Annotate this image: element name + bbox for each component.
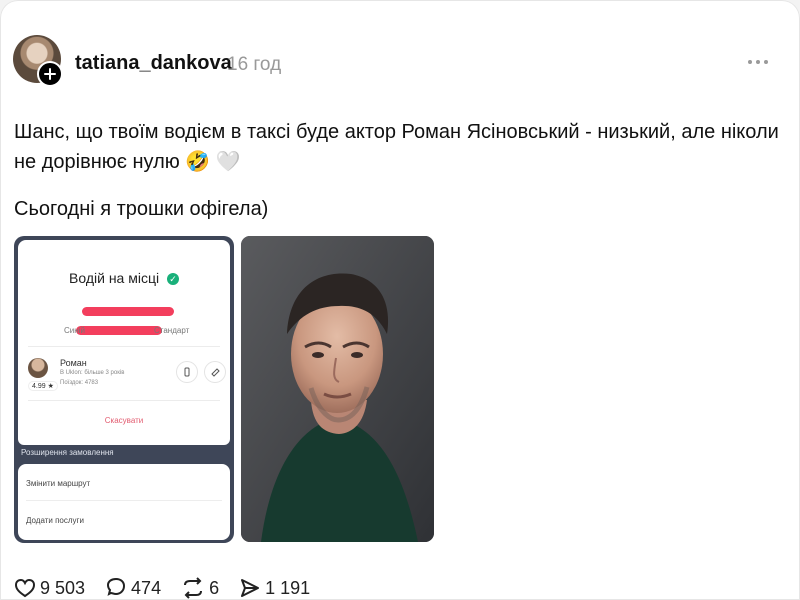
driver-arrival-title: Водій на місці ✓ xyxy=(18,270,230,286)
comments-count: 474 xyxy=(131,577,162,598)
redacted-plate-number xyxy=(82,307,174,316)
post-time: 16 год xyxy=(227,54,282,75)
share-button[interactable]: 1 191 xyxy=(239,577,310,599)
post-text-line-2-label: не дорівнює нулю xyxy=(14,151,180,173)
more-options-button[interactable] xyxy=(748,55,772,69)
shares-count: 1 191 xyxy=(265,577,311,598)
driver-arrival-panel: Водій на місці ✓ Синій Стандарт 4.99 ★ Р… xyxy=(18,240,230,445)
post-followup-text: Сьогодні я трошки офігела) xyxy=(14,198,269,220)
driver-name: Роман xyxy=(60,358,87,368)
more-icon xyxy=(764,60,768,64)
likes-count: 9 503 xyxy=(40,577,86,598)
more-icon xyxy=(756,60,760,64)
driver-arrival-title-text: Водій на місці xyxy=(69,270,160,286)
phone-button[interactable] xyxy=(176,361,198,383)
divider xyxy=(28,400,220,401)
phone-icon xyxy=(184,367,190,377)
repost-button[interactable]: 6 xyxy=(181,577,219,599)
tariff-name: Стандарт xyxy=(154,326,190,335)
driver-experience: В Uklon: більше 3 років xyxy=(60,370,125,376)
actor-photo[interactable] xyxy=(241,236,434,542)
like-button[interactable]: 9 503 xyxy=(14,578,85,599)
post-card: tatiana_dankova 16 год Шанс, що твоїм во… xyxy=(0,0,800,600)
order-extension-heading: Розширення замовлення xyxy=(21,448,114,457)
check-icon: ✓ xyxy=(166,273,179,285)
heart-icon xyxy=(14,578,36,598)
more-icon xyxy=(748,60,752,64)
divider xyxy=(26,500,222,501)
comment-icon xyxy=(107,577,126,596)
plus-icon[interactable] xyxy=(37,61,63,87)
user-avatar[interactable] xyxy=(13,35,63,87)
car-color: Синій xyxy=(64,326,85,335)
taxi-app-screenshot[interactable]: Водій на місці ✓ Синій Стандарт 4.99 ★ Р… xyxy=(14,236,234,543)
post-text: Шанс, що твоїм водієм в таксі буде актор… xyxy=(14,117,784,177)
post-text-line-1: Шанс, що твоїм водієм в таксі буде актор… xyxy=(14,121,779,143)
message-icon xyxy=(210,367,220,377)
driver-avatar xyxy=(28,358,48,378)
driver-trips: Поїздок: 4783 xyxy=(60,380,99,386)
share-icon xyxy=(241,579,260,597)
laughing-emoji: 🤣 xyxy=(185,151,211,173)
post-text-line-2: не дорівнює нулю 🤣 🤍 xyxy=(14,147,784,177)
redacted-car-model xyxy=(76,326,162,335)
actor-portrait-image xyxy=(241,236,434,542)
comment-button[interactable]: 474 xyxy=(105,577,161,599)
repost-icon xyxy=(184,577,203,599)
post-username[interactable]: tatiana_dankova xyxy=(75,52,232,75)
post-actions: 9 503 474 6 1 191 xyxy=(14,576,330,600)
change-route-option[interactable]: Змінити маршрут xyxy=(26,479,90,488)
driver-rating: 4.99 ★ xyxy=(28,381,58,391)
reposts-count: 6 xyxy=(209,577,220,598)
cancel-ride-button[interactable]: Скасувати xyxy=(18,416,230,425)
add-services-option[interactable]: Додати послуги xyxy=(26,516,84,525)
order-options-panel: Змінити маршрут Додати послуги xyxy=(18,464,230,540)
heart-emoji: 🤍 xyxy=(215,151,241,173)
divider xyxy=(28,346,220,347)
message-button[interactable] xyxy=(204,361,226,383)
